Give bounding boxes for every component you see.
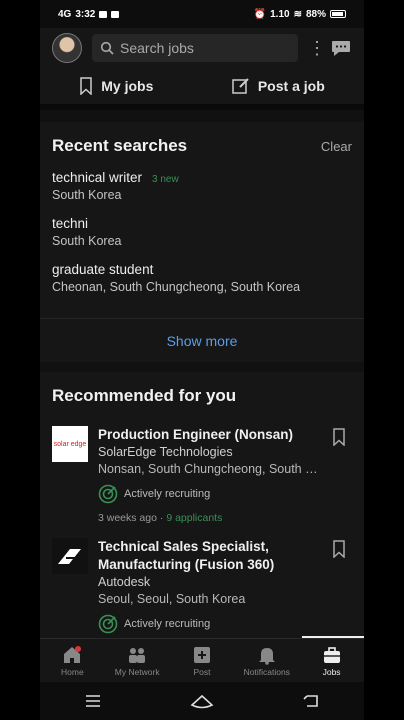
messaging-icon[interactable]: [330, 39, 352, 57]
nav-label: Notifications: [243, 666, 290, 677]
search-input[interactable]: Search jobs: [92, 34, 298, 62]
recommended-section: Recommended for you solar edge Productio…: [40, 372, 364, 638]
back-icon[interactable]: [302, 693, 320, 709]
job-location: Seoul, Seoul, South Korea: [98, 592, 246, 606]
avatar[interactable]: [52, 33, 82, 63]
edit-icon: [232, 78, 249, 94]
job-card[interactable]: Technical Sales Specialist, Manufacturin…: [52, 538, 352, 634]
nav-label: My Network: [114, 666, 160, 677]
recent-search-query: techni: [52, 216, 89, 231]
recent-search-query: graduate student: [52, 262, 154, 277]
nav-label: Post: [193, 666, 211, 677]
network-label: 4G: [58, 8, 72, 20]
recent-search-item[interactable]: technical writer 3 new South Korea: [52, 170, 352, 202]
job-card[interactable]: solar edge Production Engineer (Nonsan) …: [52, 426, 352, 524]
search-placeholder: Search jobs: [120, 40, 194, 56]
company-name: Autodesk: [98, 575, 151, 589]
recent-search-query: technical writer: [52, 170, 143, 185]
new-results-badge: 3 new: [152, 174, 179, 185]
briefcase-icon: [323, 646, 340, 663]
recruiting-status: Actively recruiting: [98, 484, 352, 504]
home-icon: [64, 645, 82, 663]
speed-label: 1.10: [270, 8, 290, 20]
top-bar: Search jobs ⋮: [40, 28, 364, 68]
wifi-icon: ≋: [293, 8, 302, 20]
status-time: 3:32: [75, 8, 96, 20]
post-job-label: Post a job: [257, 78, 325, 94]
job-title[interactable]: Production Engineer (Nonsan): [98, 426, 352, 444]
network-icon: [129, 647, 146, 663]
system-nav-bar: [40, 682, 364, 720]
battery-label: 88%: [305, 8, 326, 20]
alarm-icon: ⏰: [253, 8, 267, 20]
applicant-count: 9 applicants: [166, 512, 223, 524]
bookmark-icon: [80, 77, 92, 95]
nav-notifications[interactable]: Notifications: [235, 645, 299, 677]
nav-home[interactable]: Home: [40, 645, 104, 677]
recent-search-item[interactable]: graduate student Cheonan, South Chungche…: [52, 262, 352, 294]
nav-post[interactable]: Post: [170, 645, 234, 677]
home-button-icon[interactable]: [190, 693, 214, 709]
search-icon: [100, 41, 114, 55]
status-bar: 4G 3:32 ⏰ 1.10 ≋ 88%: [40, 0, 364, 28]
recent-searches-section: Recent searches Clear technical writer 3…: [40, 122, 364, 318]
app-screen: 4G 3:32 ⏰ 1.10 ≋ 88% Search jobs ⋮ My jo…: [40, 0, 364, 720]
posted-time: 3 weeks ago: [98, 512, 157, 524]
nav-label: Home: [61, 666, 84, 677]
autodesk-logo-icon: [58, 549, 81, 564]
show-more-button[interactable]: Show more: [40, 318, 364, 362]
recruiting-label: Actively recruiting: [124, 488, 211, 500]
company-name: SolarEdge Technologies: [98, 445, 233, 459]
recruiting-status: Actively recruiting: [98, 614, 352, 634]
recommended-title: Recommended for you: [52, 386, 237, 405]
job-location: Nonsan, South Chungcheong, South K...: [98, 462, 320, 476]
nav-label: Jobs: [322, 666, 341, 677]
save-job-icon[interactable]: [332, 428, 346, 446]
logo-text: solar edge: [53, 440, 87, 448]
battery-icon: [330, 10, 346, 18]
target-icon: [98, 484, 118, 504]
job-title[interactable]: Technical Sales Specialist, Manufacturin…: [98, 538, 352, 574]
jobs-shortcuts-bar: My jobs Post a job: [40, 68, 364, 110]
post-job-button[interactable]: Post a job: [232, 77, 325, 95]
save-job-icon[interactable]: [332, 540, 346, 558]
target-icon: [98, 614, 118, 634]
notification-icon: [99, 10, 108, 18]
recent-search-location: South Korea: [52, 188, 122, 202]
company-logo: solar edge: [52, 426, 88, 462]
post-icon: [193, 646, 210, 663]
nav-jobs[interactable]: Jobs: [300, 645, 364, 677]
company-logo: [52, 538, 88, 574]
menu-icon[interactable]: [84, 694, 102, 708]
my-jobs-button[interactable]: My jobs: [79, 77, 153, 95]
video-icon: [111, 10, 120, 18]
more-options-icon[interactable]: ⋮: [308, 39, 326, 57]
clear-button[interactable]: Clear: [321, 139, 352, 154]
bell-icon: [258, 647, 275, 665]
my-jobs-label: My jobs: [101, 78, 154, 94]
recent-search-item[interactable]: techni South Korea: [52, 216, 352, 248]
recent-searches-title: Recent searches: [52, 136, 188, 155]
recruiting-label: Actively recruiting: [124, 618, 211, 630]
nav-my-network[interactable]: My Network: [105, 645, 169, 677]
recent-search-location: Cheonan, South Chungcheong, South Korea: [52, 280, 301, 294]
job-meta: 3 weeks ago · 9 applicants: [98, 512, 223, 524]
bottom-nav: Home My Network Post Notifications Jobs: [40, 638, 364, 682]
recent-search-location: South Korea: [52, 234, 122, 248]
